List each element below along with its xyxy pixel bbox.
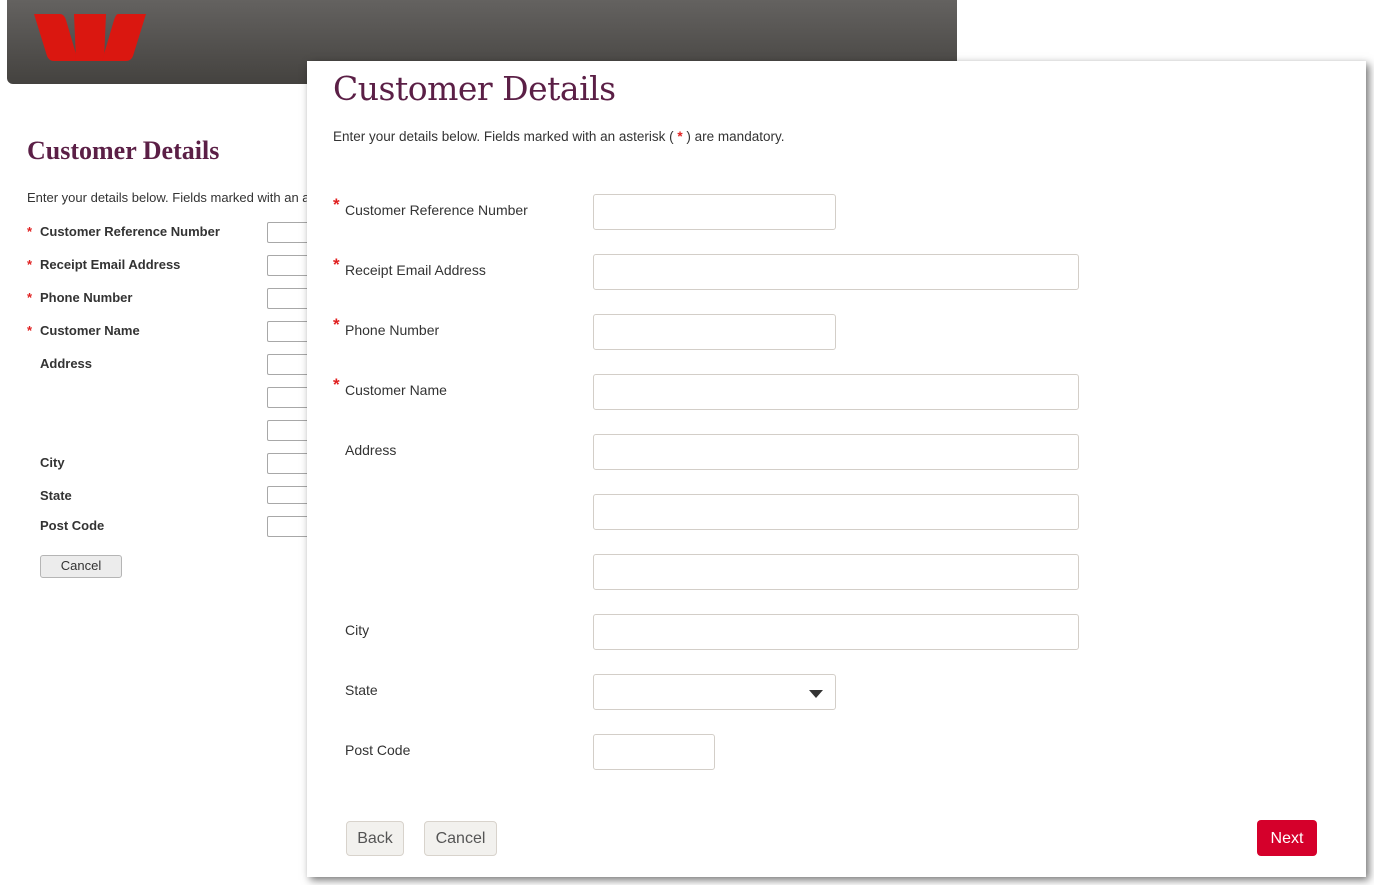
label-phone-number: Phone Number — [345, 322, 440, 338]
label-address: Address — [345, 442, 397, 458]
required-asterisk: * — [333, 195, 340, 214]
chevron-down-icon — [809, 690, 823, 698]
label-customer-reference-number: Customer Reference Number — [345, 202, 528, 218]
required-asterisk: * — [27, 290, 33, 305]
back-button[interactable]: Back — [346, 821, 404, 856]
city-input[interactable] — [593, 614, 1079, 650]
bg-label-post-code: Post Code — [40, 518, 105, 533]
address-line-1-input[interactable] — [593, 434, 1079, 470]
label-customer-name: Customer Name — [345, 382, 447, 398]
label-post-code: Post Code — [345, 742, 411, 758]
address-line-2-input[interactable] — [593, 494, 1079, 530]
background-page-title: Customer Details — [27, 136, 220, 165]
post-code-input[interactable] — [593, 734, 715, 770]
bg-label-receipt-email: * Receipt Email Address — [27, 257, 181, 272]
westpac-logo-icon — [34, 14, 146, 61]
receipt-email-address-input[interactable] — [593, 254, 1079, 290]
bg-label-customer-name: * Customer Name — [27, 323, 140, 338]
bg-label-phone: * Phone Number — [27, 290, 133, 305]
customer-details-dialog: Customer Details Enter your details belo… — [307, 61, 1366, 877]
bg-label-state: State — [40, 488, 72, 503]
required-asterisk: * — [27, 224, 33, 239]
cancel-button[interactable]: Cancel — [424, 821, 497, 856]
dialog-intro-text: Enter your details below. Fields marked … — [333, 129, 785, 144]
customer-reference-number-input[interactable] — [593, 194, 836, 230]
label-receipt-email-address: Receipt Email Address — [345, 262, 486, 278]
phone-number-input[interactable] — [593, 314, 836, 350]
required-asterisk: * — [333, 315, 340, 334]
dialog-title: Customer Details — [333, 69, 616, 108]
address-line-3-input[interactable] — [593, 554, 1079, 590]
state-select[interactable] — [593, 674, 836, 710]
required-asterisk: * — [27, 257, 33, 272]
next-button[interactable]: Next — [1257, 820, 1317, 856]
bg-label-address: Address — [40, 356, 93, 371]
background-intro-text: Enter your details below. Fields marked … — [27, 190, 310, 205]
required-asterisk: * — [333, 255, 340, 274]
bg-label-city: City — [40, 455, 65, 470]
bg-cancel-button[interactable]: Cancel — [40, 555, 122, 578]
bg-label-customer-reference: * Customer Reference Number — [27, 224, 220, 239]
customer-name-input[interactable] — [593, 374, 1079, 410]
required-asterisk: * — [333, 375, 340, 394]
label-city: City — [345, 622, 370, 638]
label-state: State — [345, 682, 378, 698]
required-asterisk: * — [27, 323, 33, 338]
